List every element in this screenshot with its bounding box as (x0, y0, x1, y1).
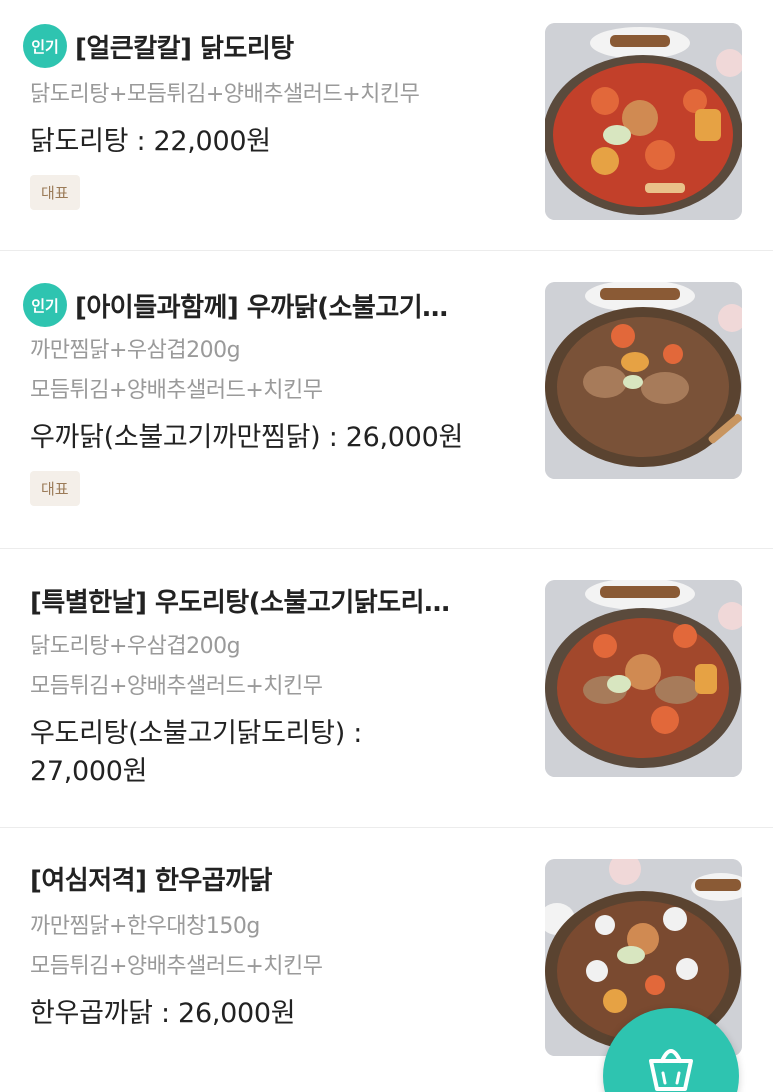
menu-price: 27,000원 (30, 756, 148, 787)
shopping-bag-icon (649, 1049, 693, 1091)
menu-description: 모듬튀김+양배추샐러드+치킨무 (30, 954, 323, 979)
menu-image (545, 580, 742, 777)
braised-chicken-stew-photo-icon (545, 23, 742, 220)
menu-price: 우까닭(소불고기까만찜닭) : 26,000원 (30, 422, 463, 453)
menu-price: 우도리탕(소불고기닭도리탕) : (30, 718, 363, 749)
menu-description: 닭도리탕+모듬튀김+양배추샐러드+치킨무 (30, 82, 420, 107)
bulgogi-dakdoritang-photo-icon (545, 580, 742, 777)
popular-badge: 인기 (23, 283, 67, 327)
menu-item[interactable]: [특별한날] 우도리탕(소불고기닭도리… 닭도리탕+우삼겹200g 모듬튀김+양… (0, 549, 773, 828)
menu-price: 한우곱까닭 : 26,000원 (30, 998, 296, 1029)
menu-description: 모듬튀김+양배추샐러드+치킨무 (30, 674, 323, 699)
menu-image (545, 282, 742, 479)
menu-title: [여심저격] 한우곱까닭 (30, 865, 273, 896)
menu-title: [아이들과함께] 우까닭(소불고기… (75, 292, 448, 323)
menu-description: 까만찜닭+우삼겹200g (30, 338, 241, 363)
bulgogi-jjimdak-photo-icon (545, 282, 742, 479)
menu-description: 까만찜닭+한우대창150g (30, 914, 260, 939)
menu-title: [얼큰칼칼] 닭도리탕 (75, 33, 294, 64)
signature-tag: 대표 (30, 175, 80, 210)
menu-description: 모듬튀김+양배추샐러드+치킨무 (30, 378, 323, 403)
menu-item[interactable]: 인기 [아이들과함께] 우까닭(소불고기… 까만찜닭+우삼겹200g 모듬튀김+… (0, 251, 773, 549)
menu-image (545, 23, 742, 220)
menu-description: 닭도리탕+우삼겹200g (30, 634, 241, 659)
popular-badge: 인기 (23, 24, 67, 68)
signature-tag: 대표 (30, 471, 80, 506)
menu-title: [특별한날] 우도리탕(소불고기닭도리… (30, 587, 450, 618)
menu-item[interactable]: 인기 [얼큰칼칼] 닭도리탕 닭도리탕+모듬튀김+양배추샐러드+치킨무 닭도리탕… (0, 0, 773, 251)
menu-price: 닭도리탕 : 22,000원 (30, 126, 271, 157)
